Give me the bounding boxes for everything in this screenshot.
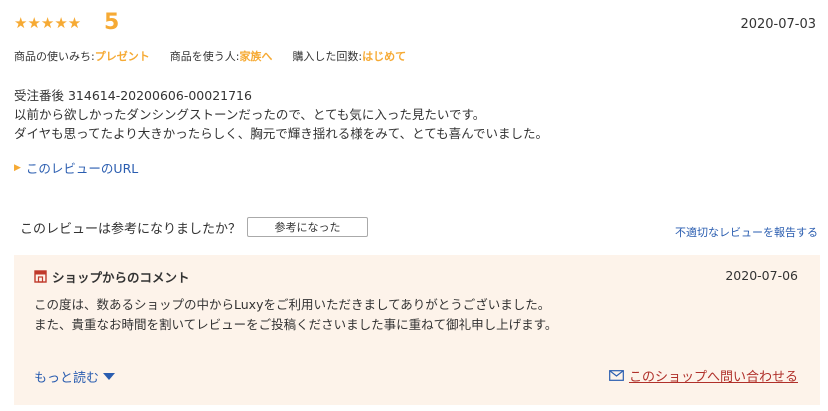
shop-comment-text: この度は、数あるショップの中からLuxyをご利用いただきましてありがとうございま…: [34, 295, 557, 335]
review-url: ▶ このレビューのURL: [14, 158, 138, 177]
helpful-question: このレビューは参考になりましたか？: [20, 221, 242, 237]
meta-count: 購入した回数:はじめて: [292, 50, 407, 63]
shop-comment-date: 2020-07-06: [725, 268, 798, 283]
mail-icon: [609, 370, 624, 381]
review-date: 2020-07-03: [740, 17, 816, 32]
shop-comment-box: ショップからのコメント 2020-07-06 この度は、数あるショップの中からL…: [14, 255, 820, 405]
review-body: 受注番後 314614-20200606-00021716 以前から欲しかったダ…: [14, 86, 548, 143]
shop-line: この度は、数あるショップの中からLuxyをご利用いただきましてありがとうございま…: [34, 297, 551, 312]
meta-usage: 商品の使いみち:プレゼント: [14, 50, 150, 63]
chevron-down-icon: [103, 373, 116, 380]
review-meta: 商品の使いみち:プレゼント 商品を使う人:家族へ 購入した回数:はじめて: [14, 48, 406, 64]
review-url-link[interactable]: このレビューのURL: [26, 158, 138, 177]
meta-user: 商品を使う人:家族へ: [169, 50, 273, 63]
review-line: 以前から欲しかったダンシングストーンだったので、とても気に入った見たいです。: [14, 107, 486, 122]
contact-shop-link[interactable]: このショップへ問い合わせる: [629, 366, 798, 385]
review-line: ダイヤも思ってたより大きかったらしく、胸元で輝き揺れる様をみて、とても喜んでいま…: [14, 126, 549, 141]
rating-score: 5: [104, 10, 120, 35]
shop-comment-title: ショップからのコメント: [34, 267, 190, 286]
star-rating: ★★★★★: [14, 14, 82, 32]
helpful-row: このレビューは参考になりましたか？ 参考になった: [20, 217, 369, 237]
shop-icon: [34, 270, 47, 283]
read-more-button[interactable]: もっと読む: [34, 367, 116, 386]
triangle-icon: ▶: [14, 162, 21, 173]
shop-line: また、貴重なお時間を割いてレビューをご投稿くださいました事に重ねて御礼申し上げま…: [34, 317, 558, 332]
review-line: 受注番後 314614-20200606-00021716: [14, 88, 252, 103]
report-link[interactable]: 不適切なレビューを報告する: [675, 224, 818, 240]
contact-shop: このショップへ問い合わせる: [609, 366, 798, 385]
helpful-button[interactable]: 参考になった: [247, 217, 369, 237]
